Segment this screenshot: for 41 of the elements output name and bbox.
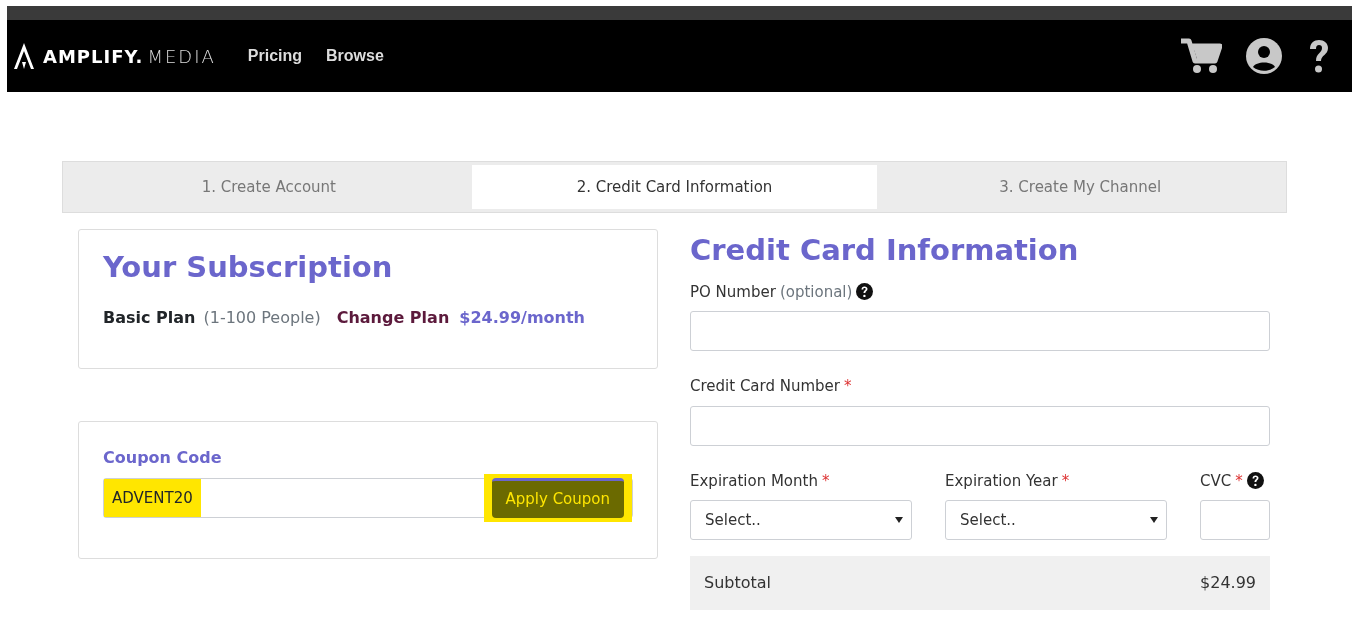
- field-label: Expiration Month: [690, 470, 818, 492]
- field-label: PO Number: [690, 281, 776, 303]
- required-asterisk: *: [1061, 470, 1070, 492]
- required-asterisk: *: [844, 376, 852, 397]
- total-value: $24.99: [1200, 572, 1256, 594]
- coupon-value: ADVENT20: [104, 478, 201, 518]
- cart-icon[interactable]: [1180, 38, 1222, 74]
- field-label: Credit Card Number: [690, 376, 840, 397]
- logo-text: AMPLIFY.: [43, 44, 144, 69]
- plan-size: (1-100 People): [203, 306, 321, 329]
- logo-text: MEDIA: [147, 44, 216, 69]
- total-label: Subtotal: [704, 572, 772, 594]
- plan-price: $24.99/month: [459, 306, 585, 329]
- step-tab[interactable]: 2. Credit Card Information: [471, 165, 878, 209]
- step-tab[interactable]: 3. Create My Channel: [877, 165, 1283, 209]
- section-title: Credit Card Information: [690, 232, 1080, 269]
- help-icon[interactable]: [856, 283, 874, 301]
- section-title: Your Subscription: [103, 249, 394, 286]
- change-plan-link[interactable]: Change Plan: [336, 305, 450, 330]
- step-tab[interactable]: 1. Create Account: [66, 165, 472, 209]
- card-number-field[interactable]: [690, 405, 1270, 446]
- po-number-field[interactable]: [690, 311, 1270, 351]
- required-asterisk: *: [1235, 470, 1243, 492]
- nav-link-item[interactable]: Pricing: [247, 44, 302, 68]
- user-account-icon[interactable]: [1246, 38, 1282, 74]
- apply-coupon-button[interactable]: Apply Coupon: [491, 478, 624, 518]
- dropdown-caret-icon: [1150, 517, 1158, 523]
- cvc-field[interactable]: [1200, 500, 1270, 540]
- coupon-label: Coupon Code: [103, 447, 223, 469]
- select-field[interactable]: Select..: [945, 500, 1167, 540]
- help-icon[interactable]: [1246, 472, 1264, 490]
- required-asterisk: *: [821, 470, 830, 492]
- logo-mark-icon: [13, 42, 35, 70]
- dropdown-caret-icon: [895, 517, 903, 523]
- field-label: Expiration Year: [945, 470, 1058, 492]
- select-field[interactable]: Select..: [690, 500, 912, 540]
- optional-note: (optional): [779, 281, 853, 303]
- field-label: CVC: [1200, 470, 1232, 492]
- nav-link-item[interactable]: Browse: [326, 44, 384, 68]
- plan-name: Basic Plan: [103, 306, 196, 329]
- brand-logo[interactable]: AMPLIFY. MEDIA: [13, 42, 216, 70]
